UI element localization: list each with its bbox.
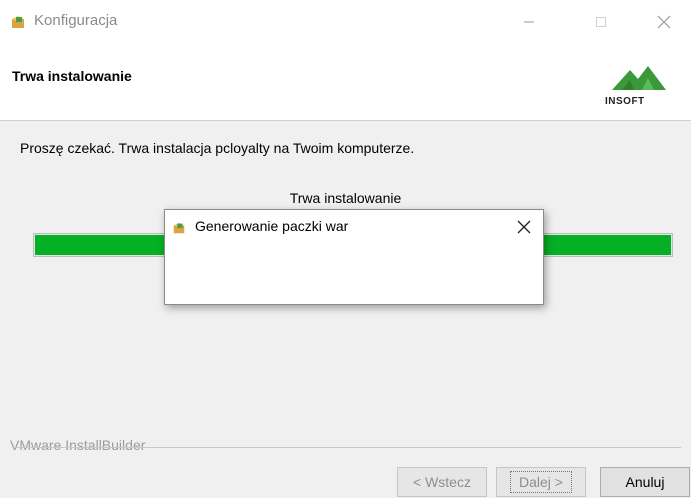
page-header: Trwa instalowanie INSOFT: [0, 46, 691, 120]
maximize-icon: [596, 17, 606, 27]
back-button[interactable]: < Wstecz: [397, 467, 487, 497]
cancel-button[interactable]: Anuluj: [600, 467, 690, 497]
installer-box-icon: [173, 222, 185, 234]
minimize-icon: [524, 21, 534, 23]
close-button[interactable]: [641, 4, 687, 40]
close-icon: [657, 15, 671, 29]
page-title: Trwa instalowanie: [12, 68, 132, 84]
maximize-button[interactable]: [578, 4, 624, 40]
next-button-label: Dalej >: [510, 471, 572, 493]
cancel-button-label: Anuluj: [625, 474, 665, 490]
logo-text: INSOFT: [605, 96, 645, 107]
install-description: Proszę czekać. Trwa instalacja pcloyalty…: [20, 140, 415, 156]
window-title: Konfiguracja: [34, 12, 118, 29]
footer-divider: [12, 447, 681, 448]
main-panel: Proszę czekać. Trwa instalacja pcloyalty…: [0, 121, 691, 498]
dialog-title: Generowanie paczki war: [195, 218, 349, 234]
dialog-close-button[interactable]: [511, 216, 537, 238]
installer-box-icon: [12, 16, 24, 28]
window-titlebar: Konfiguracja: [0, 0, 691, 46]
minimize-button[interactable]: [506, 4, 552, 40]
back-button-label: < Wstecz: [413, 474, 471, 490]
next-button[interactable]: Dalej >: [496, 467, 586, 497]
close-icon: [517, 220, 531, 234]
progress-dialog: Generowanie paczki war: [164, 209, 544, 305]
builder-label: VMware InstallBuilder: [10, 437, 150, 453]
progress-label: Trwa instalowanie: [289, 190, 402, 206]
